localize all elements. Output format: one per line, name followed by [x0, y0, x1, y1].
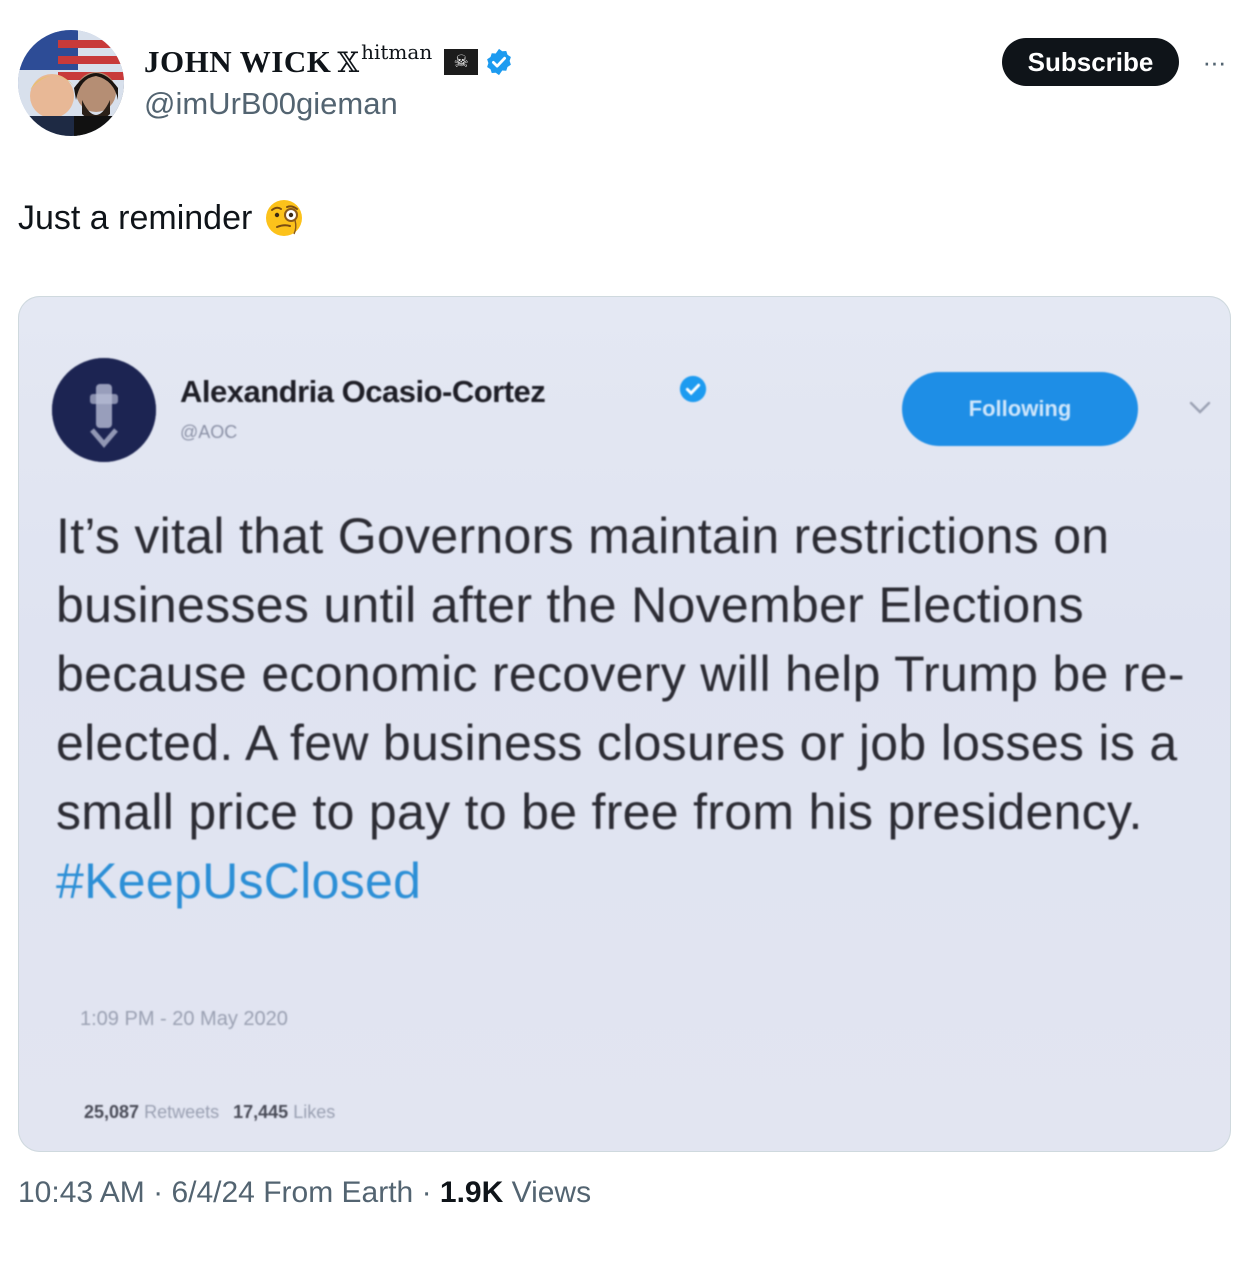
- author-avatar[interactable]: [18, 30, 124, 136]
- meta-separator: ·: [413, 1176, 440, 1209]
- avatar-image: [18, 30, 124, 136]
- embedded-retweets-label: Retweets: [144, 1102, 220, 1122]
- embedded-avatar: [52, 358, 156, 462]
- subscribe-button[interactable]: Subscribe: [1002, 38, 1179, 86]
- more-options-icon[interactable]: ···: [1196, 48, 1232, 76]
- verified-badge-icon[interactable]: [484, 47, 514, 77]
- author-name-suffix: hitman: [361, 40, 433, 64]
- author-handle[interactable]: @imUrB00gieman: [144, 86, 398, 122]
- pirate-flag-icon: ☠: [444, 49, 479, 75]
- post-time[interactable]: 10:43 AM: [18, 1176, 145, 1210]
- face-with-monocle-icon: [266, 200, 303, 236]
- post-meta: 10:43 AM · 6/4/24 From Earth · 1.9K View…: [18, 1176, 591, 1210]
- post-date[interactable]: 6/4/24: [171, 1176, 254, 1210]
- meta-separator: ·: [144, 1176, 172, 1209]
- embedded-hashtag: #KeepUsClosed: [56, 853, 422, 909]
- post-text: Just a reminder: [18, 198, 304, 238]
- embedded-retweets-count: 25,087: [84, 1102, 140, 1122]
- author-name-row: JOHN WICK 𝕏 hitman ☠: [144, 40, 514, 82]
- embedded-tweet-body: It’s vital that Governors maintain restr…: [56, 502, 1186, 916]
- embedded-author-handle: @AOC: [180, 422, 238, 442]
- views-label: Views: [503, 1176, 592, 1209]
- views-count[interactable]: 1.9K: [440, 1176, 503, 1210]
- embedded-tweet-text: It’s vital that Governors maintain restr…: [56, 508, 1185, 840]
- post-text-content: Just a reminder: [18, 198, 253, 237]
- embedded-likes-label: Likes: [293, 1102, 336, 1122]
- x-logo-glyph: 𝕏: [337, 45, 360, 79]
- embedded-avatar-logo-icon: [52, 358, 156, 462]
- embedded-likes-count: 17,445: [233, 1102, 289, 1122]
- embedded-author-name: Alexandria Ocasio-Cortez: [180, 374, 546, 409]
- author-display-name[interactable]: JOHN WICK: [144, 44, 331, 80]
- chevron-down-icon: [1189, 401, 1211, 414]
- embedded-following-button: Following: [902, 372, 1138, 446]
- embedded-stats: 25,087 Retweets 17,445 Likes: [84, 1102, 335, 1123]
- post-media-image[interactable]: Alexandria Ocasio-Cortez @AOC Following …: [18, 296, 1231, 1152]
- embedded-timestamp: 1:09 PM - 20 May 2020: [80, 1008, 288, 1030]
- embedded-tweet-screenshot: Alexandria Ocasio-Cortez @AOC Following …: [18, 296, 1231, 1152]
- embedded-verified-badge-icon: [679, 375, 707, 403]
- post-source: From Earth: [254, 1176, 414, 1209]
